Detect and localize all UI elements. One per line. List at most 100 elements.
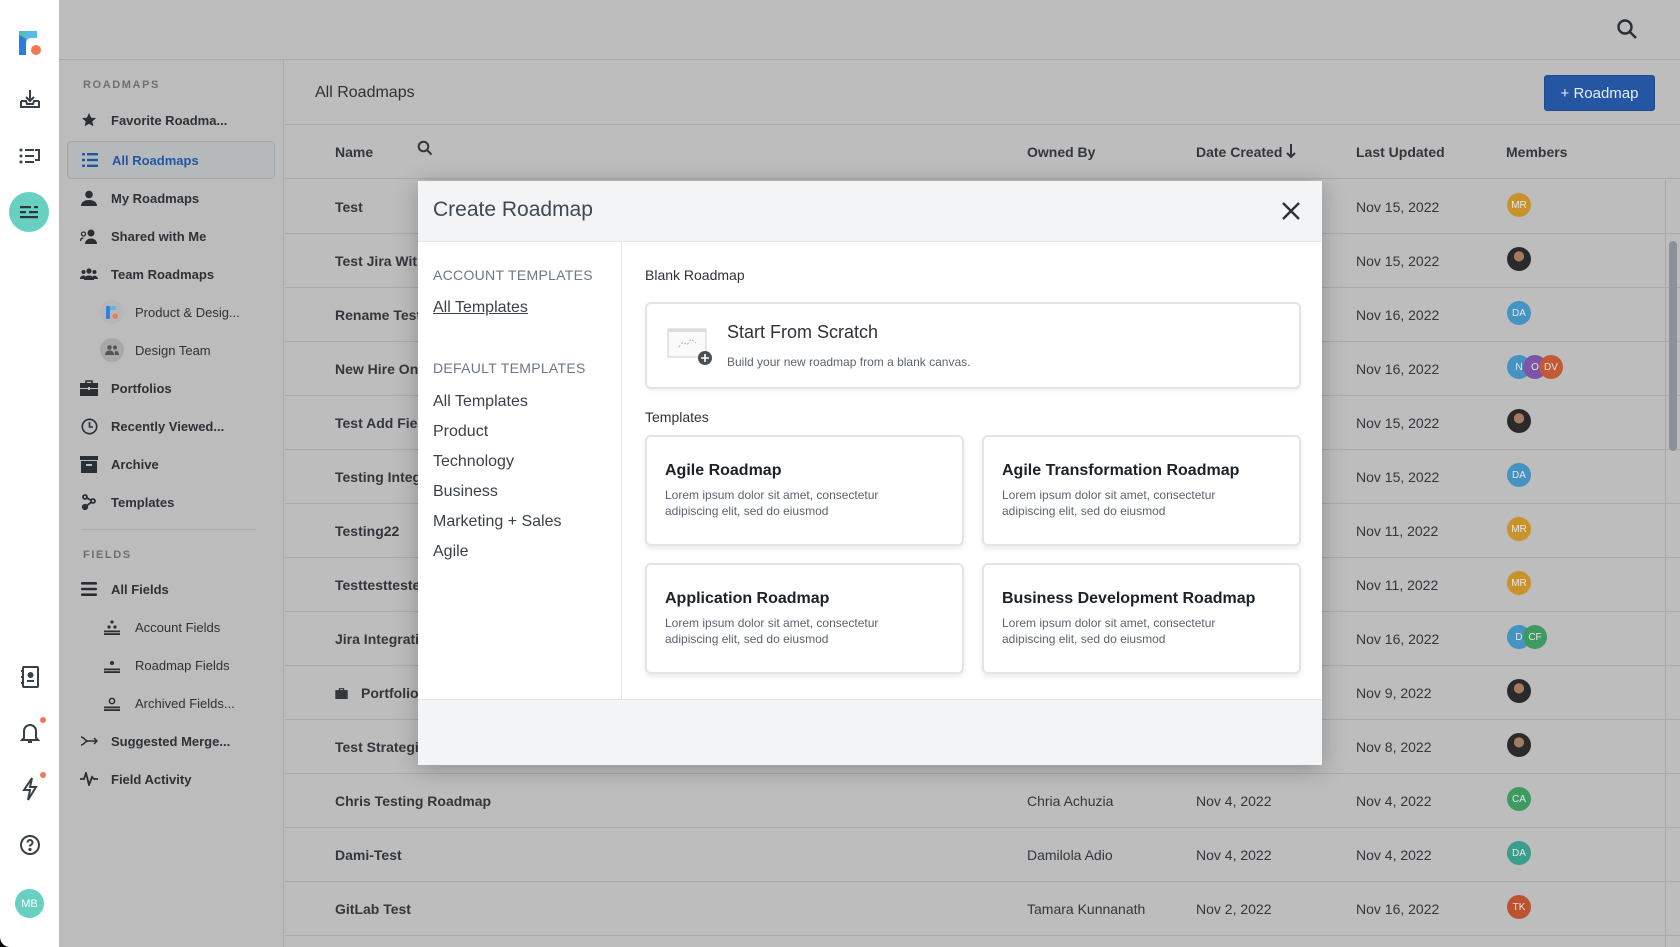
template-card-agile-transformation[interactable]: Agile Transformation Roadmap Lorem ipsum… [982, 435, 1301, 546]
roadmap-name[interactable]: Testing Integ [335, 469, 421, 485]
roadmap-name[interactable]: Testtesttestet [335, 577, 425, 593]
roadmap-name[interactable]: GitLab Test [335, 901, 411, 917]
last-updated: Nov 11, 2022 [1356, 523, 1439, 539]
sidebar-item-field-activity[interactable]: Field Activity [67, 761, 275, 797]
template-title: Agile Transformation Roadmap [1002, 462, 1240, 479]
add-roadmap-button[interactable]: + Roadmap [1544, 75, 1655, 111]
date-created: Nov 2, 2022 [1196, 901, 1272, 917]
category-marketing-sales[interactable]: Marketing + Sales [433, 513, 562, 531]
member-avatar[interactable]: MR [1507, 517, 1531, 541]
template-card-business-development[interactable]: Business Development Roadmap Lorem ipsum… [982, 563, 1301, 674]
sidebar-item-suggested-merges[interactable]: Suggested Merge... [67, 723, 275, 759]
help-icon[interactable] [0, 825, 59, 865]
member-avatar[interactable]: DV [1539, 355, 1563, 379]
sidebar-item-all-roadmaps[interactable]: All Roadmaps [67, 141, 275, 179]
member-avatar-photo[interactable] [1507, 409, 1531, 433]
bell-notification-dot [40, 717, 46, 723]
roadmap-name[interactable]: Test Strategic [335, 739, 427, 755]
sidebar-item-label: All Fields [111, 581, 169, 597]
contacts-icon[interactable] [0, 657, 59, 697]
name-search-icon[interactable] [417, 140, 433, 159]
column-members[interactable]: Members [1506, 144, 1567, 160]
roadmap-name[interactable]: Test Jira With [335, 253, 426, 269]
roadmaps-nav-active[interactable] [9, 192, 49, 232]
member-avatar-photo[interactable] [1507, 733, 1531, 757]
clock-icon [67, 418, 111, 435]
roadmap-name[interactable]: Chris Testing Roadmap [335, 793, 491, 809]
members: DA [1507, 841, 1531, 865]
member-avatar[interactable]: DA [1507, 841, 1531, 865]
roadmap-name[interactable]: Test [335, 199, 363, 215]
sidebar-item-recently-viewed[interactable]: Recently Viewed... [67, 408, 275, 444]
member-avatar[interactable]: CA [1507, 787, 1531, 811]
sidebar-item-product-design[interactable]: Product & Desig... [89, 294, 275, 330]
category-agile[interactable]: Agile [433, 543, 469, 561]
list-return-icon[interactable] [0, 136, 59, 176]
column-last-updated[interactable]: Last Updated [1356, 144, 1445, 160]
sidebar-item-archive[interactable]: Archive [67, 446, 275, 482]
bell-icon[interactable] [0, 713, 59, 753]
column-date-created[interactable]: Date Created [1196, 144, 1282, 160]
sidebar-item-team-roadmaps[interactable]: Team Roadmaps [67, 256, 275, 292]
column-owned-by[interactable]: Owned By [1027, 144, 1095, 160]
template-card-agile-roadmap[interactable]: Agile Roadmap Lorem ipsum dolor sit amet… [645, 435, 964, 546]
roadmap-name[interactable]: Test Add Fiel [335, 415, 421, 431]
member-avatar-photo[interactable] [1507, 247, 1531, 271]
last-updated: Nov 15, 2022 [1356, 199, 1440, 215]
global-search-icon[interactable] [1616, 18, 1638, 45]
sort-descending-icon[interactable] [1285, 143, 1297, 162]
sidebar-item-templates[interactable]: Templates [67, 484, 275, 520]
member-avatar[interactable]: DA [1507, 463, 1531, 487]
sidebar-item-shared-with-me[interactable]: Shared with Me [67, 218, 275, 254]
members: CA [1507, 787, 1531, 811]
members: DA [1507, 463, 1531, 487]
sidebar-item-favorite-roadmaps[interactable]: Favorite Roadma... [67, 102, 275, 138]
lightning-notification-dot [40, 772, 46, 778]
owner: Damilola Adio [1027, 847, 1113, 863]
member-avatar[interactable]: MR [1507, 571, 1531, 595]
sidebar-item-all-fields[interactable]: All Fields [67, 571, 275, 607]
sidebar-item-design-team[interactable]: Design Team [89, 332, 275, 368]
templates-heading: Templates [645, 409, 709, 425]
template-card-application-roadmap[interactable]: Application Roadmap Lorem ipsum dolor si… [645, 563, 964, 674]
roadmap-name[interactable]: Rename Test [335, 307, 421, 323]
top-bar [59, 0, 1680, 60]
close-button[interactable] [1278, 198, 1304, 224]
roadmap-name[interactable]: Jira Integratio [335, 631, 428, 647]
account-all-templates-link[interactable]: All Templates [433, 299, 528, 317]
last-updated: Nov 15, 2022 [1356, 469, 1440, 485]
lightning-icon[interactable] [0, 769, 59, 809]
member-avatar-photo[interactable] [1507, 679, 1531, 703]
category-all-templates[interactable]: All Templates [433, 393, 528, 411]
roadmap-name[interactable]: Testing22 [335, 523, 399, 539]
sidebar-item-account-fields[interactable]: Account Fields [89, 609, 275, 645]
table-scrollbar[interactable] [1669, 241, 1677, 451]
sidebar-item-my-roadmaps[interactable]: My Roadmaps [67, 180, 275, 216]
app-logo[interactable] [0, 22, 59, 64]
sidebar-item-portfolios[interactable]: Portfolios [67, 370, 275, 406]
start-from-scratch-card[interactable]: Start From Scratch Build your new roadma… [645, 302, 1301, 389]
import-icon[interactable] [0, 79, 59, 119]
column-name[interactable]: Name [335, 144, 373, 160]
last-updated: Nov 16, 2022 [1356, 307, 1440, 323]
roadmap-name[interactable]: Dami-Test [335, 847, 402, 863]
member-avatar[interactable]: CF [1523, 625, 1547, 649]
member-avatar[interactable]: TK [1507, 895, 1531, 919]
category-technology[interactable]: Technology [433, 453, 514, 471]
table-row[interactable]: GitLab Test Tamara Kunnanath Nov 2, 2022 No… [285, 882, 1680, 936]
table-row[interactable]: Dami-Test Damilola Adio Nov 4, 2022 Nov 4, … [285, 828, 1680, 882]
roadmap-name[interactable]: Portfolios [361, 685, 426, 701]
category-business[interactable]: Business [433, 483, 498, 501]
member-avatar[interactable]: MR [1507, 193, 1531, 217]
user-avatar[interactable]: MB [15, 889, 44, 918]
activity-icon [67, 772, 111, 786]
table-row[interactable]: Chris Testing Roadmap Chria Achuzia Nov 4,… [285, 774, 1680, 828]
roadmap-name[interactable]: New Hire Onb [335, 361, 427, 377]
account-fields-icon [89, 619, 135, 635]
sidebar-item-label: Favorite Roadma... [111, 112, 228, 128]
member-avatar[interactable]: DA [1507, 301, 1531, 325]
category-product[interactable]: Product [433, 423, 488, 441]
sidebar-item-roadmap-fields[interactable]: Roadmap Fields [89, 647, 275, 683]
app-rail: MB [0, 0, 59, 947]
sidebar-item-archived-fields[interactable]: Archived Fields... [89, 685, 275, 721]
